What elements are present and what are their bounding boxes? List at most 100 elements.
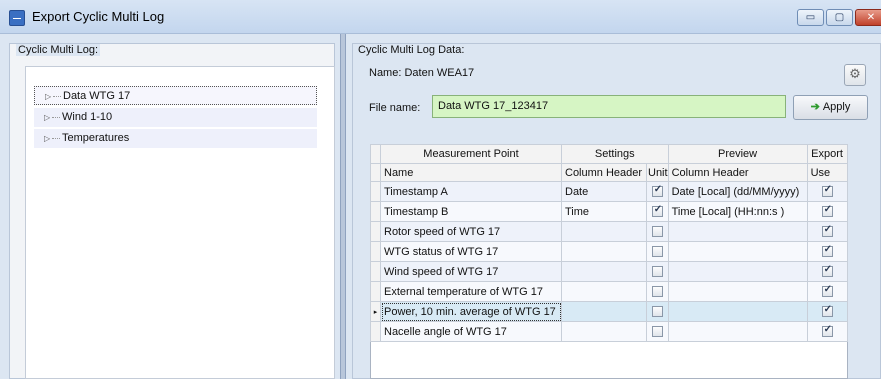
window-title: Export Cyclic Multi Log — [32, 9, 165, 24]
row-selector-cell — [370, 321, 381, 342]
name-label: Name: — [369, 67, 402, 79]
use-checkbox[interactable] — [821, 224, 833, 238]
preview-cell — [667, 321, 808, 342]
table-row[interactable]: Rotor speed of WTG 17 — [370, 221, 848, 242]
expand-arrow-icon[interactable]: ▷ — [44, 129, 50, 148]
settings-gear-button[interactable]: ⚙ — [844, 64, 866, 86]
use-checkbox[interactable] — [821, 304, 833, 318]
preview-cell — [667, 301, 808, 322]
tree-item-temperatures[interactable]: ▷ Temperatures — [34, 129, 317, 148]
group-header-export: Export — [806, 144, 848, 164]
unit-checkbox-cell[interactable] — [646, 261, 669, 282]
column-header-cell[interactable] — [561, 241, 647, 262]
use-checkbox[interactable] — [821, 324, 833, 338]
preview-cell — [667, 241, 808, 262]
minimize-button[interactable]: ▭ — [797, 9, 824, 26]
maximize-button[interactable]: ▢ — [826, 9, 853, 26]
column-header-cell[interactable]: Time — [561, 201, 647, 222]
column-header-cell[interactable] — [561, 321, 647, 342]
cyclic-multi-log-label: Cyclic Multi Log: — [16, 44, 101, 56]
name-cell: Nacelle angle of WTG 17 — [380, 321, 562, 342]
unit-checkbox[interactable] — [651, 246, 663, 258]
use-checkbox-cell[interactable] — [806, 321, 848, 342]
group-header-measurement-point: Measurement Point — [380, 144, 562, 164]
name-cell: WTG status of WTG 17 — [380, 241, 562, 262]
unit-checkbox[interactable] — [651, 306, 663, 318]
corner-cell — [370, 144, 381, 164]
unit-checkbox-cell[interactable] — [646, 301, 669, 322]
tree-item-label: Wind 1-10 — [62, 111, 113, 123]
unit-checkbox-cell[interactable] — [646, 281, 669, 302]
unit-checkbox-cell[interactable] — [646, 201, 669, 222]
expand-arrow-icon[interactable]: ▷ — [44, 108, 50, 127]
unit-checkbox-cell[interactable] — [646, 221, 669, 242]
gear-icon: ⚙ — [849, 67, 861, 82]
table-row[interactable]: Timestamp ADate Date [Local] (dd/MM/yyyy) — [370, 181, 848, 202]
use-checkbox-cell[interactable] — [806, 181, 848, 202]
column-header-cell[interactable] — [561, 281, 647, 302]
use-checkbox[interactable] — [821, 204, 833, 218]
cyclic-multi-log-data-label: Cyclic Multi Log Data: — [356, 44, 467, 56]
unit-checkbox-cell[interactable] — [646, 241, 669, 262]
unit-checkbox[interactable] — [651, 204, 663, 218]
unit-checkbox-cell[interactable] — [646, 321, 669, 342]
use-checkbox-cell[interactable] — [806, 201, 848, 222]
column-header-preview[interactable]: Column Header — [667, 163, 808, 182]
use-checkbox-cell[interactable] — [806, 221, 848, 242]
column-header-use[interactable]: Use — [806, 163, 848, 182]
name-cell: External temperature of WTG 17 — [380, 281, 562, 302]
tree-item-wind-1-10[interactable]: ▷ Wind 1-10 — [34, 108, 317, 127]
row-selector-cell — [370, 181, 381, 202]
use-checkbox-cell[interactable] — [806, 241, 848, 262]
file-name-label: File name: — [369, 102, 421, 114]
column-header-cell[interactable] — [561, 221, 647, 242]
use-checkbox-cell[interactable] — [806, 281, 848, 302]
table-row[interactable]: Timestamp BTime Time [Local] (HH:nn:s ) — [370, 201, 848, 222]
tree-item-data-wtg-17[interactable]: ▷ Data WTG 17 — [34, 86, 317, 105]
column-header-cell[interactable]: Date — [561, 181, 647, 202]
table-row[interactable]: External temperature of WTG 17 — [370, 281, 848, 302]
row-selector-cell — [370, 241, 381, 262]
column-header-column-header[interactable]: Column Header — [561, 163, 647, 182]
apply-button[interactable]: ➔ Apply — [793, 95, 868, 120]
table-row[interactable]: ▸ Power, 10 min. average of WTG 17 — [370, 301, 848, 322]
close-button[interactable]: ✕ — [855, 9, 881, 26]
column-header-unit[interactable]: Unit — [646, 163, 669, 182]
name-row: Name: Daten WEA17 — [369, 67, 474, 79]
measurement-table: Measurement Point Settings Preview Expor… — [370, 144, 848, 342]
name-cell: Timestamp A — [380, 181, 562, 202]
unit-checkbox[interactable] — [651, 266, 663, 278]
arrow-right-icon: ➔ — [810, 101, 820, 113]
use-checkbox-cell[interactable] — [806, 301, 848, 322]
file-name-input[interactable]: Data WTG 17_123417 — [432, 95, 786, 118]
preview-cell: Time [Local] (HH:nn:s ) — [667, 201, 808, 222]
unit-checkbox[interactable] — [651, 184, 663, 198]
use-checkbox[interactable] — [821, 264, 833, 278]
use-checkbox[interactable] — [821, 284, 833, 298]
column-header-name[interactable]: Name — [380, 163, 562, 182]
use-checkbox-cell[interactable] — [806, 261, 848, 282]
expand-arrow-icon[interactable]: ▷ — [45, 87, 51, 106]
panel-splitter[interactable] — [340, 34, 346, 379]
row-selector-cell — [370, 221, 381, 242]
table-row[interactable]: Nacelle angle of WTG 17 — [370, 321, 848, 342]
name-cell: Wind speed of WTG 17 — [380, 261, 562, 282]
unit-checkbox[interactable] — [651, 286, 663, 298]
group-header-settings: Settings — [561, 144, 669, 164]
column-header-cell[interactable] — [561, 261, 647, 282]
table-row[interactable]: WTG status of WTG 17 — [370, 241, 848, 262]
use-checkbox[interactable] — [821, 184, 833, 198]
name-cell: Power, 10 min. average of WTG 17 — [380, 301, 562, 322]
table-row[interactable]: Wind speed of WTG 17 — [370, 261, 848, 282]
tree-item-label: Data WTG 17 — [63, 90, 131, 102]
unit-checkbox[interactable] — [651, 326, 663, 338]
unit-checkbox-cell[interactable] — [646, 181, 669, 202]
use-checkbox[interactable] — [821, 244, 833, 258]
column-header-cell[interactable] — [561, 301, 647, 322]
preview-cell — [667, 281, 808, 302]
apply-label: Apply — [822, 101, 851, 113]
name-value: Daten WEA17 — [404, 67, 475, 79]
group-header-preview: Preview — [667, 144, 808, 164]
unit-checkbox[interactable] — [651, 226, 663, 238]
corner-cell — [370, 163, 381, 182]
